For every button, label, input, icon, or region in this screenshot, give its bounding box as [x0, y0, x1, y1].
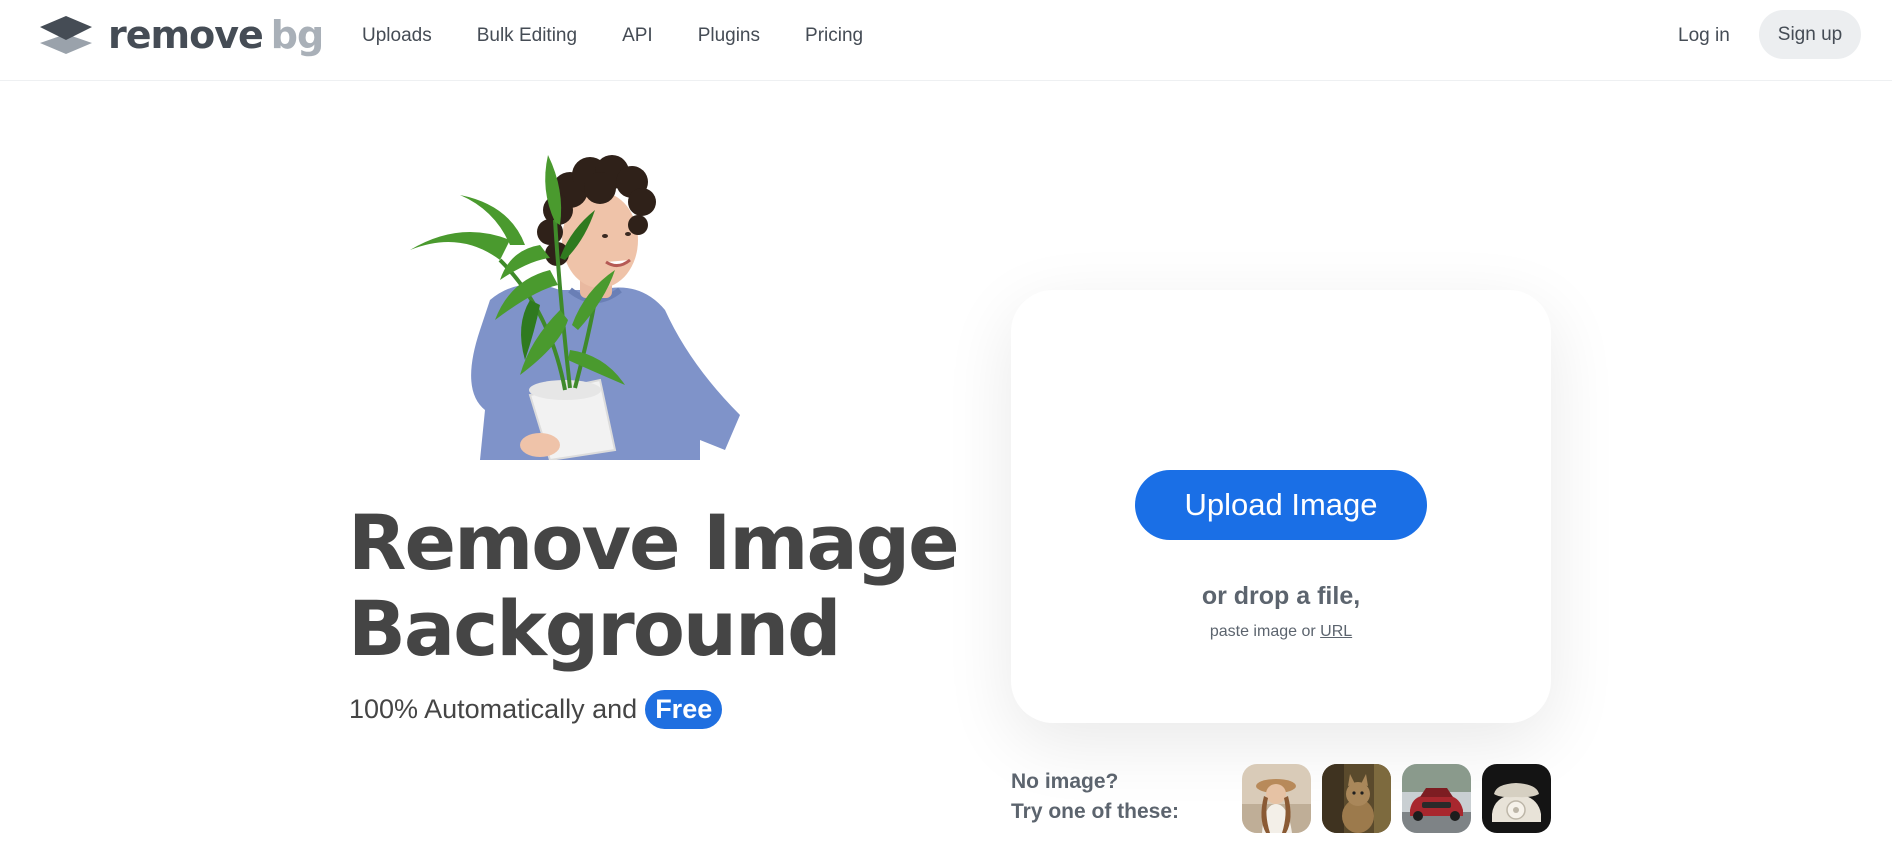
- sample-prompt-line-2: Try one of these:: [1011, 800, 1180, 823]
- logo-wordmark: remove bg: [108, 13, 324, 57]
- url-link[interactable]: URL: [1320, 623, 1352, 640]
- free-badge: Free: [645, 690, 723, 729]
- sample-telephone[interactable]: [1482, 764, 1551, 833]
- car-photo-icon: [1402, 764, 1471, 833]
- sample-images: [1242, 764, 1562, 833]
- logo-text-primary: remove: [108, 13, 264, 57]
- nav-pricing[interactable]: Pricing: [805, 25, 863, 47]
- nav-api[interactable]: API: [622, 25, 653, 47]
- login-link[interactable]: Log in: [1678, 25, 1730, 47]
- logo-text-secondary: bg: [270, 13, 324, 57]
- removebg-logo[interactable]: remove bg: [38, 12, 324, 58]
- sample-car[interactable]: [1402, 764, 1471, 833]
- title-line-1: Remove Image: [348, 498, 960, 587]
- sample-cat[interactable]: [1322, 764, 1391, 833]
- sample-prompt: No image? Try one of these:: [1011, 767, 1179, 827]
- woman-photo-icon: [1242, 764, 1311, 833]
- upload-image-button[interactable]: Upload Image: [1135, 470, 1427, 540]
- telephone-photo-icon: [1482, 764, 1551, 833]
- drop-file-text: or drop a file,: [1201, 582, 1361, 610]
- sample-prompt-line-1: No image?: [1011, 770, 1119, 793]
- sample-woman[interactable]: [1242, 764, 1311, 833]
- upload-dropzone[interactable]: Upload Image or drop a file, paste image…: [1011, 290, 1551, 723]
- terms-text-cutoff: [1011, 846, 1551, 857]
- cat-photo-icon: [1322, 764, 1391, 833]
- nav-bulk-editing[interactable]: Bulk Editing: [477, 25, 577, 47]
- title-line-2: Background: [348, 584, 842, 673]
- paste-label: paste image or: [1209, 623, 1316, 640]
- page-title: Remove Image Background: [348, 498, 960, 673]
- paste-image-text: paste image or URL: [1011, 623, 1551, 641]
- signup-button[interactable]: Sign up: [1759, 10, 1861, 59]
- nav-plugins[interactable]: Plugins: [698, 25, 760, 47]
- layers-logo-icon: [40, 16, 92, 54]
- hero-person-with-plant-image: [410, 155, 740, 460]
- nav-uploads[interactable]: Uploads: [362, 25, 432, 47]
- main-nav: Uploads Bulk Editing API Plugins Pricing: [362, 0, 908, 71]
- subtitle-text: 100% Automatically and: [349, 694, 638, 724]
- site-header: remove bg Uploads Bulk Editing API Plugin…: [0, 0, 1892, 81]
- hero-subtitle: 100% Automatically and Free: [349, 690, 723, 729]
